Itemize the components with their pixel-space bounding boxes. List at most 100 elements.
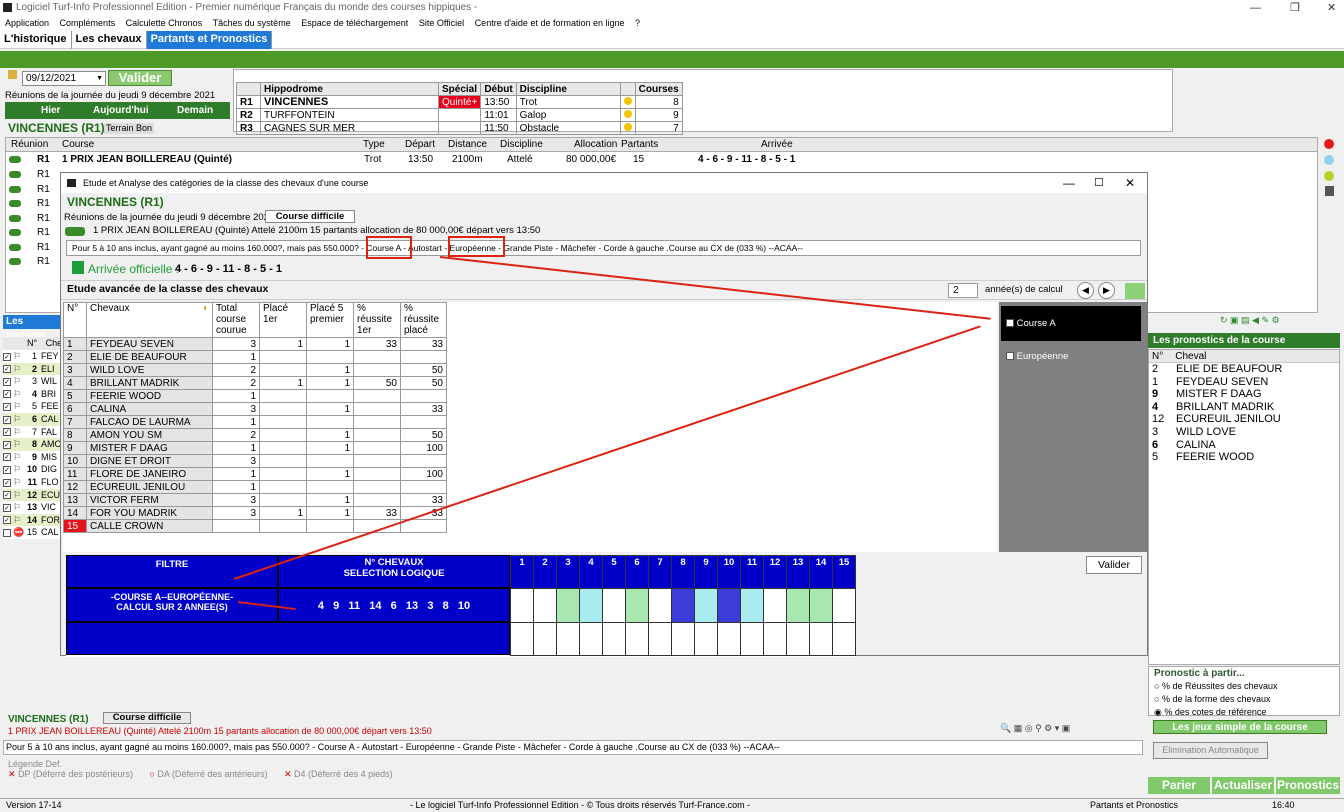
prono-row[interactable]: 9 MISTER F DAAG: [1149, 388, 1339, 401]
course-row[interactable]: R1: [6, 241, 66, 255]
years-stepper[interactable]: 2: [948, 283, 978, 298]
green-dot-icon[interactable]: [1324, 171, 1334, 181]
menu-calculette[interactable]: Calculette Chronos: [126, 18, 203, 28]
study-row[interactable]: 11 FLORE DE JANEIRO 1 1 100: [63, 467, 447, 481]
course-row[interactable]: R1: [6, 183, 66, 197]
study-row[interactable]: 6 CALINA 3 1 33: [63, 402, 447, 416]
study-row[interactable]: 5 FEERIE WOOD 1: [63, 389, 447, 403]
partant-checkbox[interactable]: ✓: [3, 403, 11, 411]
document-icon[interactable]: [1325, 186, 1334, 196]
aujourdhui-button[interactable]: Aujourd'hui: [93, 102, 149, 119]
radio-reussites[interactable]: ○: [1154, 681, 1159, 691]
grid-cell[interactable]: [740, 622, 764, 656]
demain-button[interactable]: Demain: [177, 102, 213, 119]
partant-row[interactable]: ✓ ⚐ 14 FOR: [3, 513, 63, 527]
grid-cell[interactable]: [625, 588, 649, 623]
checkbox-europeenne[interactable]: ✓: [1006, 352, 1014, 361]
hippodrome-row[interactable]: R3 CAGNES SUR MER 11:50 Obstacle 7: [236, 121, 683, 135]
maximize-icon[interactable]: ☐: [1094, 173, 1104, 193]
study-row[interactable]: 8 AMON YOU SM 2 1 50: [63, 428, 447, 442]
valider-date-button[interactable]: Valider: [108, 70, 172, 86]
partant-row[interactable]: ✓ ⚐ 7 FAL: [3, 425, 63, 439]
grid-cell[interactable]: [625, 622, 649, 656]
partant-checkbox[interactable]: [3, 528, 11, 537]
partant-row[interactable]: ✓ ⚐ 12 ECU: [3, 488, 63, 502]
partant-checkbox[interactable]: ✓: [3, 465, 11, 474]
prono-row[interactable]: 2 ELIE DE BEAUFOUR: [1149, 363, 1339, 376]
grid-cell[interactable]: [671, 622, 695, 656]
grid-cell[interactable]: [671, 588, 695, 623]
grid-cell[interactable]: [717, 588, 741, 623]
tab-partants[interactable]: Partants et Pronostics: [146, 31, 273, 49]
course-row-selected[interactable]: R1 1 PRIX JEAN BOILLEREAU (Quinté) Trot …: [6, 153, 1317, 167]
minimize-icon[interactable]: —: [1063, 173, 1075, 193]
date-field[interactable]: 09/12/2021 ▼: [22, 71, 106, 86]
grid-cell[interactable]: [832, 588, 856, 623]
grid-cell[interactable]: [510, 588, 534, 623]
grid-cell[interactable]: [510, 622, 534, 656]
study-row[interactable]: 1 FEYDEAU SEVEN 3 1 1 33 33: [63, 337, 447, 351]
menu-site[interactable]: Site Officiel: [419, 18, 464, 28]
menu-aide[interactable]: Centre d'aide et de formation en ligne: [475, 18, 625, 28]
partant-checkbox[interactable]: ✓: [3, 428, 11, 437]
prono-row[interactable]: 12 ECUREUIL JENILOU: [1149, 413, 1339, 426]
study-row[interactable]: 9 MISTER F DAAG 1 1 100: [63, 441, 447, 455]
partant-row[interactable]: ✓ ⚐ 5 FEE: [3, 400, 63, 413]
menu-application[interactable]: Application: [5, 18, 49, 28]
grid-cell[interactable]: [602, 588, 626, 623]
study-row[interactable]: 2 ELIE DE BEAUFOUR 1: [63, 350, 447, 364]
prono-row[interactable]: 4 BRILLANT MADRIK: [1149, 401, 1339, 414]
partant-row[interactable]: ⛔ 15 CAL: [3, 526, 63, 539]
next-icon[interactable]: ▶: [1098, 282, 1115, 299]
partant-checkbox[interactable]: ✓: [3, 365, 11, 374]
partant-row[interactable]: ✓ ⚐ 11 FLO: [3, 475, 63, 489]
course-row[interactable]: R1: [6, 197, 66, 211]
study-row[interactable]: 3 WILD LOVE 2 1 50: [63, 363, 447, 377]
prono-row[interactable]: 6 CALINA: [1149, 439, 1339, 452]
partant-row[interactable]: ✓ ⚐ 2 ELI: [3, 362, 63, 376]
grid-cell[interactable]: [786, 622, 810, 656]
valider-selection-button[interactable]: Valider: [1086, 556, 1142, 574]
filter-course-a[interactable]: ✓ Course A: [1001, 306, 1141, 341]
grid-cell[interactable]: [533, 622, 557, 656]
partant-checkbox[interactable]: ✓: [3, 352, 11, 361]
course-row[interactable]: R1: [6, 212, 66, 226]
hippodrome-row[interactable]: R2 TURFFONTEIN 11:01 Galop 9: [236, 108, 683, 122]
menu-complements[interactable]: Compléments: [60, 18, 116, 28]
actualiser-button[interactable]: Actualiser: [1212, 777, 1274, 794]
prono-row[interactable]: 3 WILD LOVE: [1149, 426, 1339, 439]
menu-taches[interactable]: Tâches du système: [213, 18, 291, 28]
partant-checkbox[interactable]: ✓: [3, 415, 11, 424]
elimination-button[interactable]: Elimination Automatique: [1153, 742, 1268, 759]
menu-telechargement[interactable]: Espace de téléchargement: [301, 18, 408, 28]
grid-cell[interactable]: [717, 622, 741, 656]
grid-cell[interactable]: [579, 622, 603, 656]
checkbox-course-a[interactable]: ✓: [1006, 319, 1014, 328]
grid-cell[interactable]: [763, 588, 787, 623]
partant-checkbox[interactable]: ✓: [3, 516, 11, 525]
grid-cell[interactable]: [556, 588, 580, 623]
grid-cell[interactable]: [763, 622, 787, 656]
sort-icon[interactable]: ◐: [203, 303, 209, 314]
course-row[interactable]: R1: [6, 168, 66, 182]
close-icon[interactable]: ✕: [1125, 173, 1135, 193]
partant-checkbox[interactable]: ✓: [3, 377, 11, 386]
prono-row[interactable]: 1 FEYDEAU SEVEN: [1149, 376, 1339, 389]
grid-cell[interactable]: [694, 622, 718, 656]
blue-dot-icon[interactable]: [1324, 155, 1334, 165]
partant-row[interactable]: ✓ ⚐ 13 VIC: [3, 501, 63, 514]
partant-checkbox[interactable]: ✓: [3, 478, 11, 487]
partant-row[interactable]: ✓ ⚐ 9 MIS: [3, 450, 63, 464]
partant-checkbox[interactable]: ✓: [3, 503, 11, 512]
restore-icon[interactable]: ❐: [1290, 0, 1300, 16]
study-row[interactable]: 13 VICTOR FERM 3 1 33: [63, 493, 447, 507]
partant-checkbox[interactable]: ✓: [3, 453, 11, 462]
red-dot-icon[interactable]: [1324, 139, 1334, 149]
grid-cell[interactable]: [533, 588, 557, 623]
grid-cell[interactable]: [809, 588, 833, 623]
grid-cell[interactable]: [602, 622, 626, 656]
partant-row[interactable]: ✓ ⚐ 6 CAL: [3, 412, 63, 426]
study-row[interactable]: 12 ECUREUIL JENILOU 1: [63, 480, 447, 494]
study-row[interactable]: 10 DIGNE ET DROIT 3: [63, 454, 447, 468]
prono-row[interactable]: 5 FEERIE WOOD: [1149, 451, 1339, 464]
